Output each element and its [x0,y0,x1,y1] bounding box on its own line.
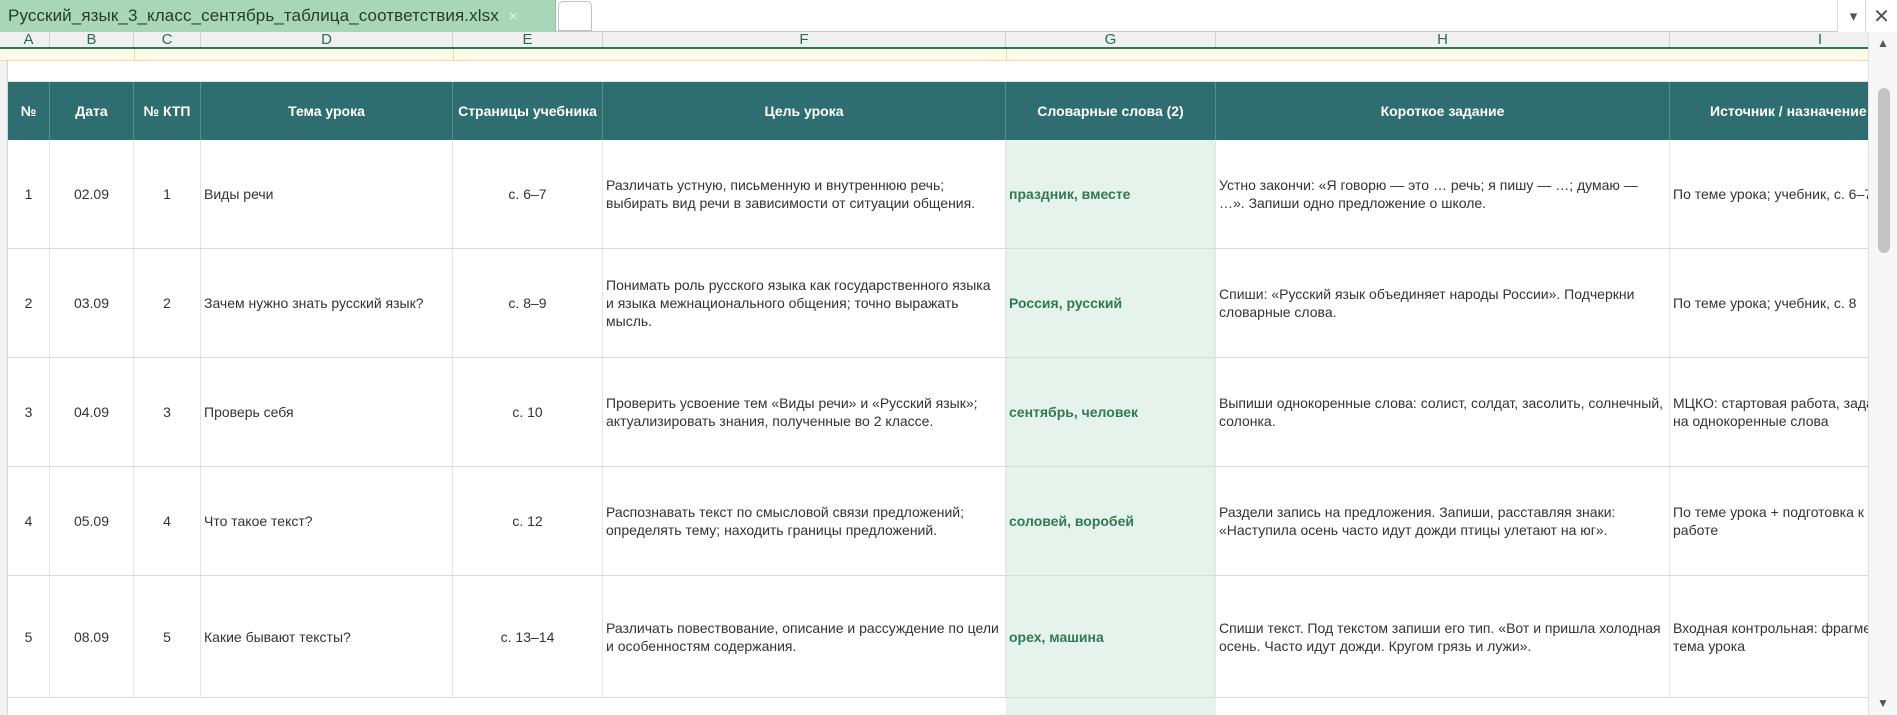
close-icon[interactable]: × [509,8,518,25]
cell-topic[interactable]: Виды речи [201,140,453,248]
table-row: 5 08.09 5 Какие бывают тексты? с. 13–14 … [8,576,1868,698]
blank-row[interactable] [8,61,1868,82]
column-letter-h[interactable]: H [1216,32,1670,47]
table-row: 4 05.09 4 Что такое текст? с. 12 Распозн… [8,467,1868,576]
cell-words[interactable]: сентябрь, человек [1006,358,1216,466]
spreadsheet-grid: № Дата № КТП Тема урока Страницы учебник… [0,61,1868,715]
header-goal[interactable]: Цель урока [603,82,1006,140]
cell-goal[interactable]: Проверить усвоение тем «Виды речи» и «Ру… [603,358,1006,466]
cell-source[interactable]: По теме урока + подготовка к работе [1670,467,1868,575]
header-ktp[interactable]: № КТП [134,82,201,140]
cell-words[interactable]: праздник, вместе [1006,140,1216,248]
cell-source[interactable]: МЦКО: стартовая работа, задание на однок… [1670,358,1868,466]
words-column-bg [1006,698,1216,715]
cell-topic[interactable]: Какие бывают тексты? [201,576,453,697]
cell-num[interactable]: 5 [8,576,50,697]
column-header-ruler: A B C D E F G H I [0,32,1868,49]
header-num[interactable]: № [8,82,50,140]
table-row [8,698,1868,715]
cell-words[interactable]: орех, машина [1006,576,1216,697]
scroll-down-icon[interactable]: ▼ [1875,696,1891,710]
cell-ktp[interactable]: 3 [134,358,201,466]
table-row: 1 02.09 1 Виды речи с. 6–7 Различать уст… [8,140,1868,249]
cell-goal[interactable]: Распознавать текст по смысловой связи пр… [603,467,1006,575]
cell-date[interactable]: 08.09 [50,576,134,697]
cell-pages[interactable]: с. 12 [453,467,603,575]
cell-task[interactable]: Раздели запись на предложения. Запиши, р… [1216,467,1670,575]
column-letter-c[interactable]: C [134,32,201,47]
vertical-scrollbar[interactable]: ▲ ▼ [1868,32,1897,715]
cell-date[interactable]: 02.09 [50,140,134,248]
cell-topic[interactable]: Проверь себя [201,358,453,466]
new-tab-button[interactable] [558,1,592,31]
column-letter-e[interactable]: E [453,32,603,47]
column-letter-g[interactable]: G [1006,32,1216,47]
header-topic[interactable]: Тема урока [201,82,453,140]
cell-date[interactable]: 04.09 [50,358,134,466]
scroll-thumb[interactable] [1878,88,1890,253]
tab-bar: Русский_язык_3_класс_сентябрь_таблица_со… [0,0,1897,32]
table-header-row: № Дата № КТП Тема урока Страницы учебник… [8,82,1868,140]
column-letter-b[interactable]: B [50,32,134,47]
cell-words[interactable]: соловей, воробей [1006,467,1216,575]
cell-num[interactable]: 4 [8,467,50,575]
cell-num[interactable]: 2 [8,249,50,357]
cell-source[interactable]: По теме урока; учебник, с. 8 [1670,249,1868,357]
cell-source[interactable]: По теме урока; учебник, с. 6–7 [1670,140,1868,248]
cell-topic[interactable]: Что такое текст? [201,467,453,575]
cell-task[interactable]: Спиши: «Русский язык объединяет народы Р… [1216,249,1670,357]
row-header-strip [0,61,8,715]
header-task[interactable]: Короткое задание [1216,82,1670,140]
file-tab[interactable]: Русский_язык_3_класс_сентябрь_таблица_со… [0,0,556,32]
cell-ktp[interactable]: 2 [134,249,201,357]
column-letter-a[interactable]: A [8,32,50,47]
cell-words[interactable]: Россия, русский [1006,249,1216,357]
header-source[interactable]: Источник / назначение [1670,82,1868,140]
header-pages[interactable]: Страницы учебника [453,82,603,140]
cell-pages[interactable]: с. 13–14 [453,576,603,697]
cell-task[interactable]: Устно закончи: «Я говорю — это … речь; я… [1216,140,1670,248]
cell-task[interactable]: Спиши текст. Под текстом запиши его тип.… [1216,576,1670,697]
cell-num[interactable]: 1 [8,140,50,248]
cell-pages[interactable]: с. 10 [453,358,603,466]
cell-ktp[interactable]: 1 [134,140,201,248]
cell-ktp[interactable]: 4 [134,467,201,575]
cell-pages[interactable]: с. 8–9 [453,249,603,357]
table-row: 3 04.09 3 Проверь себя с. 10 Проверить у… [8,358,1868,467]
scroll-up-icon[interactable]: ▲ [1875,36,1891,50]
column-letter-i[interactable]: I [1670,32,1897,47]
column-letter-f[interactable]: F [603,32,1006,47]
header-date[interactable]: Дата [50,82,134,140]
cell-num[interactable]: 3 [8,358,50,466]
cell-ktp[interactable]: 5 [134,576,201,697]
cell-goal[interactable]: Различать устную, письменную и внутренню… [603,140,1006,248]
header-words[interactable]: Словарные слова (2) [1006,82,1216,140]
cell-date[interactable]: 05.09 [50,467,134,575]
window-close-icon[interactable]: ✕ [1865,0,1897,32]
cell-goal[interactable]: Понимать роль русского языка как государ… [603,249,1006,357]
column-letter-d[interactable]: D [201,32,453,47]
cell-date[interactable]: 03.09 [50,249,134,357]
selection-band [0,49,1868,61]
cell-source[interactable]: Входная контрольная: фрагмент, тема урок… [1670,576,1868,697]
table-row: 2 03.09 2 Зачем нужно знать русский язык… [8,249,1868,358]
cell-topic[interactable]: Зачем нужно знать русский язык? [201,249,453,357]
cell-pages[interactable]: с. 6–7 [453,140,603,248]
file-tab-title[interactable]: Русский_язык_3_класс_сентябрь_таблица_со… [8,6,499,26]
cell-task[interactable]: Выпиши однокоренные слова: солист, солда… [1216,358,1670,466]
cell-goal[interactable]: Различать повествование, описание и расс… [603,576,1006,697]
